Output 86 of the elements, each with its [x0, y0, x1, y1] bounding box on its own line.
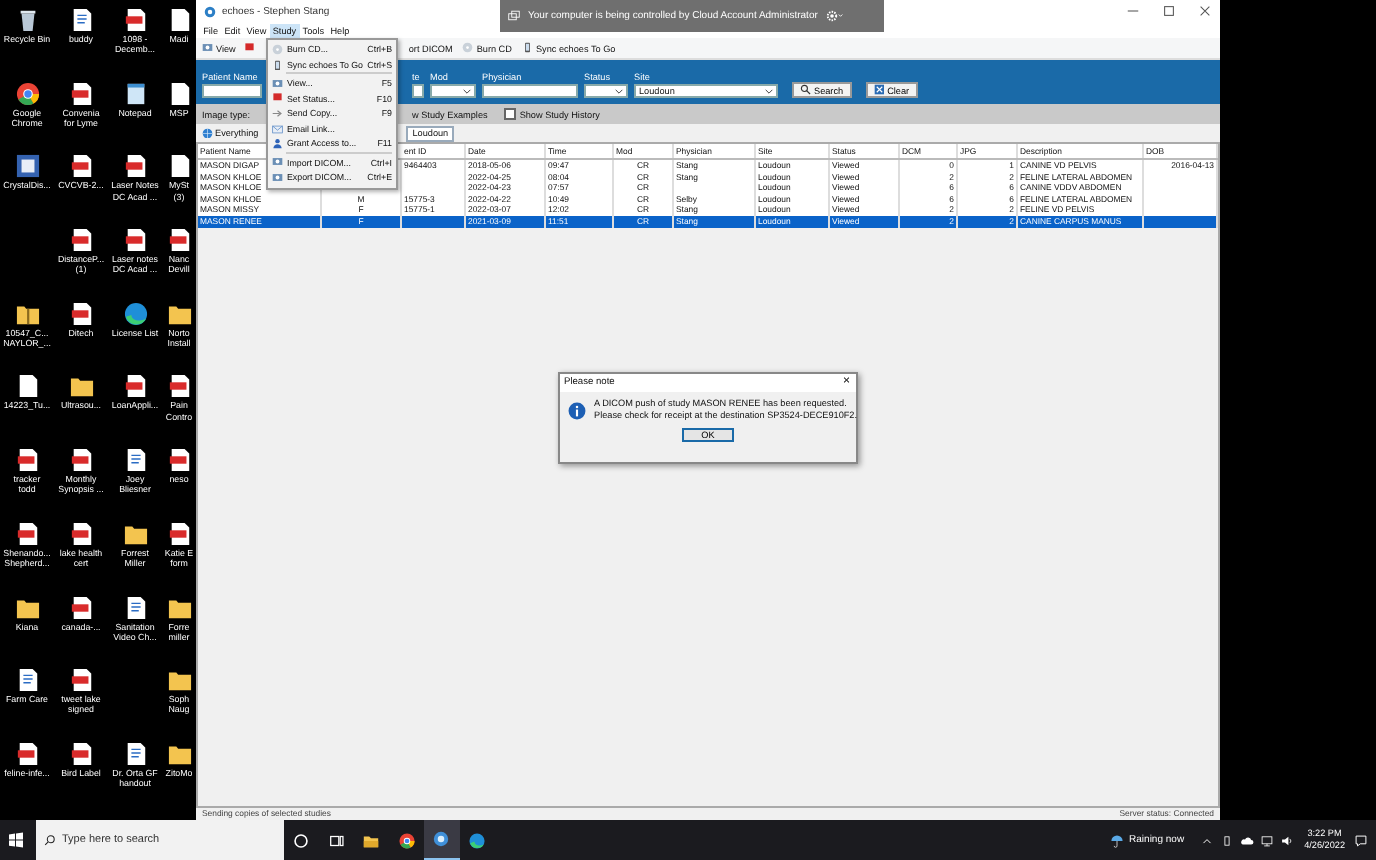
folder-icon[interactable]: [123, 521, 147, 546]
pdf-file-icon[interactable]: [69, 81, 93, 106]
edge-icon: [467, 831, 486, 849]
flag-icon: [243, 42, 255, 54]
chevron-up-icon[interactable]: [1199, 833, 1214, 847]
pdf-file-icon[interactable]: [123, 154, 147, 179]
folder-icon[interactable]: [167, 668, 191, 693]
edge-icon[interactable]: [123, 301, 147, 326]
blank-file-icon[interactable]: [167, 8, 191, 32]
input-field[interactable]: [412, 84, 424, 98]
pdf-file-icon[interactable]: [123, 8, 147, 32]
arrow-icon: [272, 108, 283, 120]
folder-icon[interactable]: [167, 741, 191, 766]
checkbox[interactable]: [503, 108, 516, 120]
image-icon: [272, 77, 283, 89]
envelope-icon: [272, 123, 283, 135]
chevron-icon: [461, 87, 471, 95]
info-icon: [568, 401, 586, 419]
folder-icon[interactable]: [167, 595, 191, 619]
speaker-icon[interactable]: [1279, 833, 1294, 847]
usb-icon[interactable]: [1219, 833, 1234, 847]
pdf-file-icon[interactable]: [123, 374, 147, 399]
pdf-file-icon[interactable]: [69, 741, 93, 766]
screens-icon: [508, 10, 520, 22]
close-icon[interactable]: [1198, 4, 1212, 18]
chevron-icon: [613, 87, 623, 95]
search-icon: [800, 84, 811, 96]
folder-icon[interactable]: [167, 301, 191, 326]
task-view-icon: [327, 831, 346, 849]
pdf-file-icon[interactable]: [167, 374, 191, 399]
document-icon[interactable]: [69, 8, 93, 32]
phone-icon: [272, 59, 283, 71]
pdf-file-icon[interactable]: [69, 228, 93, 253]
blank-file-icon[interactable]: [167, 154, 191, 179]
image-icon: [272, 171, 283, 183]
input-field[interactable]: [482, 84, 578, 98]
document-icon[interactable]: [123, 595, 147, 619]
zip-folder-icon[interactable]: [15, 301, 39, 326]
document-icon[interactable]: [123, 448, 147, 473]
folder-icon[interactable]: [15, 595, 39, 619]
folder-icon[interactable]: [69, 374, 93, 399]
notepad-icon[interactable]: [123, 81, 147, 106]
pdf-file-icon[interactable]: [167, 448, 191, 473]
app-icon: [432, 830, 451, 848]
notification-icon[interactable]: [1354, 833, 1368, 847]
cloud-icon[interactable]: [1239, 833, 1254, 847]
blank-file-icon[interactable]: [167, 81, 191, 106]
pdf-file-icon[interactable]: [167, 228, 191, 253]
settings-icon[interactable]: [825, 10, 844, 22]
document-icon[interactable]: [123, 741, 147, 766]
maximize-icon[interactable]: [1162, 4, 1176, 18]
app-icon[interactable]: [15, 154, 39, 179]
pdf-file-icon[interactable]: [69, 521, 93, 546]
pdf-file-icon[interactable]: [15, 448, 39, 473]
toolbar-button[interactable]: [243, 42, 255, 54]
app-icon: [204, 5, 216, 17]
search-icon: [44, 834, 56, 846]
chrome-icon[interactable]: [15, 81, 39, 106]
input-field[interactable]: [202, 84, 262, 98]
network-icon[interactable]: [1259, 833, 1274, 847]
windows-start-icon[interactable]: [8, 832, 24, 848]
circle-icon: [292, 831, 311, 849]
pdf-file-icon[interactable]: [69, 448, 93, 473]
pdf-file-icon[interactable]: [69, 154, 93, 179]
image-icon: [272, 156, 283, 168]
disc-icon: [272, 44, 283, 56]
pdf-file-icon[interactable]: [69, 301, 93, 326]
chevron-icon: [763, 87, 773, 95]
chrome-icon: [397, 831, 416, 849]
pdf-file-icon[interactable]: [15, 521, 39, 546]
phone-icon: [521, 42, 533, 54]
pdf-file-icon[interactable]: [69, 595, 93, 619]
pdf-file-icon[interactable]: [167, 521, 191, 546]
pdf-file-icon[interactable]: [123, 228, 147, 253]
globe-icon: [202, 127, 213, 139]
pdf-file-icon[interactable]: [15, 741, 39, 766]
folder-icon: [362, 831, 381, 849]
taskbar-button[interactable]: [424, 820, 459, 860]
flag-icon: [272, 92, 283, 104]
recycle-bin-icon[interactable]: [15, 8, 39, 32]
pdf-file-icon[interactable]: [69, 668, 93, 693]
document-icon[interactable]: [15, 668, 39, 693]
blank-file-icon[interactable]: [15, 374, 39, 399]
umbrella-icon[interactable]: [1110, 833, 1125, 847]
person-icon: [272, 138, 283, 150]
close-icon: [873, 84, 885, 96]
